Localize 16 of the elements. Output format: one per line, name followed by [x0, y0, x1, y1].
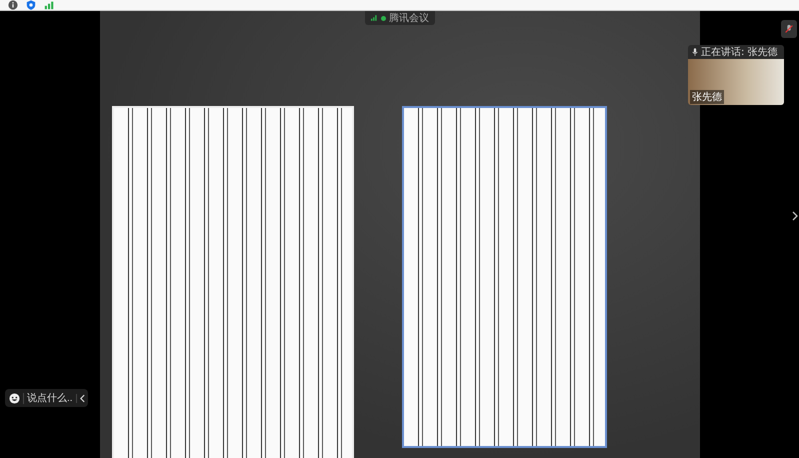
chat-input-bar[interactable]: 说点什么...	[5, 389, 88, 407]
muted-microphone-icon	[784, 24, 794, 34]
muted-mic-button[interactable]	[781, 20, 797, 38]
smiley-icon[interactable]	[9, 392, 20, 404]
microphone-icon	[692, 48, 698, 56]
info-icon[interactable]	[8, 0, 18, 10]
shield-icon[interactable]	[26, 0, 36, 10]
chevron-left-icon[interactable]	[76, 394, 85, 402]
meeting-title: 腾讯会议	[389, 12, 429, 25]
participant-name-tag: 张先德	[690, 90, 724, 104]
signal-icon[interactable]	[44, 0, 54, 10]
status-dot	[381, 16, 386, 20]
signal-icon	[371, 15, 378, 21]
chat-input-field[interactable]: 说点什么...	[23, 392, 73, 404]
chevron-right-icon[interactable]	[792, 211, 798, 221]
speaking-label: 正在讲话: 张先德	[701, 46, 778, 59]
